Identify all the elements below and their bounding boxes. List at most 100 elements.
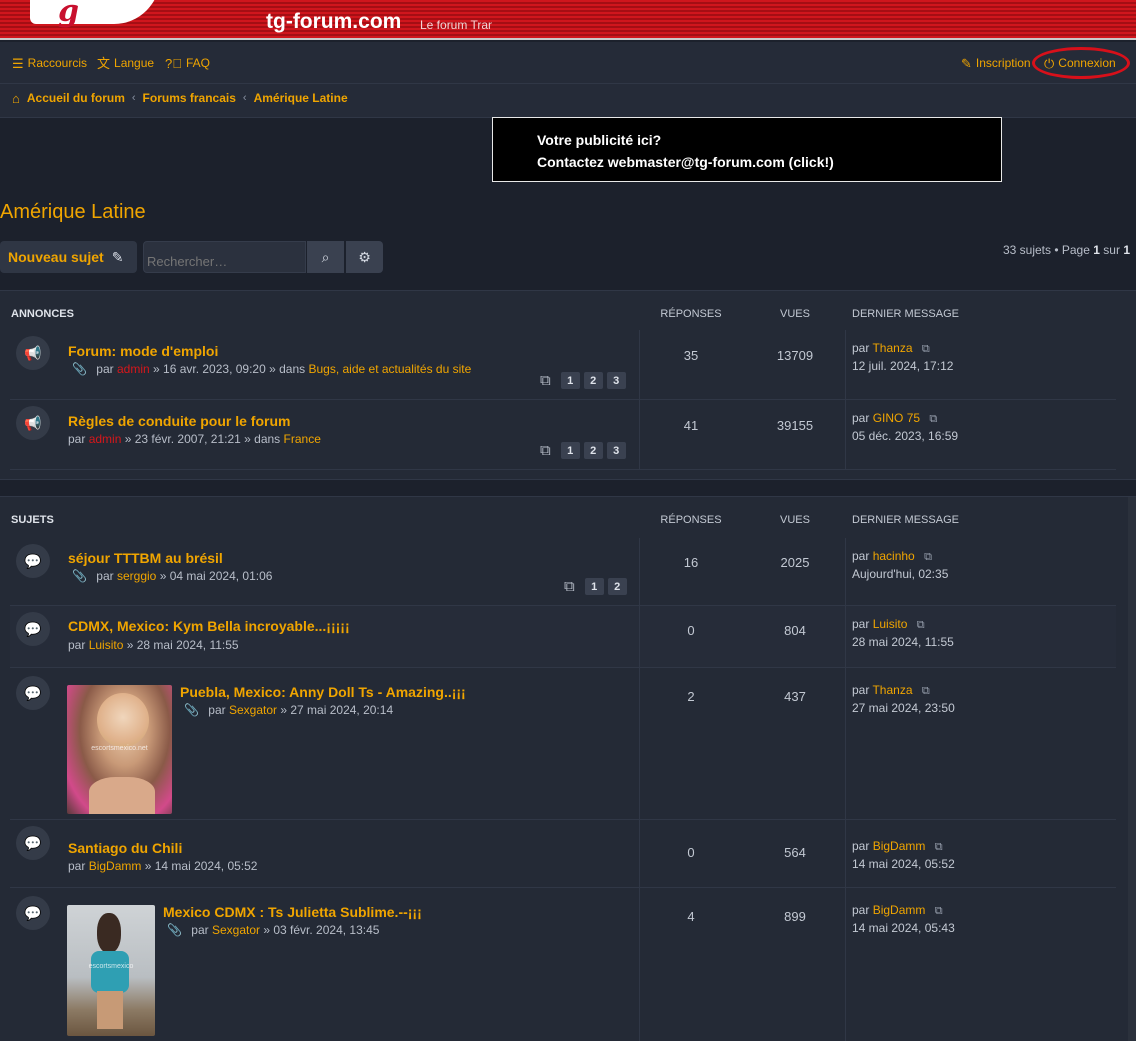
external-link-icon[interactable]: ⧉: [917, 619, 925, 631]
copy-icon: ⧉: [564, 578, 575, 595]
topic-author[interactable]: admin: [89, 432, 122, 446]
topic-author[interactable]: admin: [117, 362, 150, 376]
site-logo[interactable]: [30, 0, 160, 24]
announcement-row[interactable]: 📢 Règles de conduite pour le forum par a…: [10, 400, 1116, 470]
page-of-label: sur: [1103, 243, 1120, 257]
last-post-user[interactable]: Luisito: [873, 617, 908, 631]
topic-title[interactable]: Puebla, Mexico: Anny Doll Ts - Amazing..…: [180, 684, 466, 700]
edit-icon: ✎: [961, 55, 972, 71]
advanced-search-button[interactable]: ⚙: [346, 241, 383, 273]
topic-author[interactable]: BigDamm: [89, 859, 142, 873]
topic-row[interactable]: 💬 séjour TTTBM au brésil 📎 par serggio »…: [10, 538, 1116, 606]
last-post-user[interactable]: Thanza: [872, 683, 912, 697]
last-post-user[interactable]: BigDamm: [873, 839, 926, 853]
last-post-user[interactable]: hacinho: [873, 549, 915, 563]
last-post: par BigDamm ⧉ 14 mai 2024, 05:43: [852, 902, 955, 937]
thumbnail-dress: [91, 951, 129, 993]
external-link-icon[interactable]: ⧉: [935, 905, 943, 917]
breadcrumb-home[interactable]: Accueil du forum: [27, 91, 125, 105]
external-link-icon[interactable]: ⧉: [922, 343, 930, 355]
topic-author[interactable]: Sexgator: [229, 703, 277, 717]
topic-title[interactable]: Mexico CDMX : Ts Julietta Sublime.--¡¡¡: [163, 904, 422, 920]
topic-author[interactable]: Luisito: [89, 638, 124, 652]
last-post-by-label: par: [852, 341, 870, 355]
topic-row[interactable]: 💬 CDMX, Mexico: Kym Bella incroyable...¡…: [10, 606, 1116, 668]
topic-row[interactable]: 💬 escortsmexico.net Puebla, Mexico: Anny…: [10, 668, 1116, 820]
new-topic-button[interactable]: Nouveau sujet ✎: [0, 241, 137, 273]
last-post-user[interactable]: Thanza: [872, 341, 912, 355]
topic-forum-link[interactable]: France: [284, 432, 321, 446]
topic-author[interactable]: Sexgator: [212, 923, 260, 937]
topic-stats-cell: [640, 330, 846, 399]
last-post-by-label: par: [852, 683, 870, 697]
faq-link[interactable]: ?⃝ FAQ: [165, 56, 210, 70]
language-menu[interactable]: 文 Langue: [97, 56, 154, 70]
breadcrumb-separator: ‹: [242, 92, 247, 104]
paperclip-icon: 📎: [72, 569, 87, 583]
topic-row[interactable]: 💬 escortsmexico Mexico CDMX : Ts Juliett…: [10, 888, 1116, 1041]
page-link-1[interactable]: 1: [560, 372, 580, 389]
thumbnail-legs: [97, 991, 123, 1029]
views-column-header: VUES: [780, 308, 810, 320]
external-link-icon[interactable]: ⧉: [924, 551, 932, 563]
topic-stats-cell: [640, 538, 846, 605]
site-logo-mark: g: [58, 0, 79, 29]
new-topic-label: Nouveau sujet: [8, 249, 104, 265]
scrollbar-track[interactable]: [1128, 497, 1136, 1041]
external-link-icon[interactable]: ⧉: [935, 841, 943, 853]
register-link[interactable]: ✎ Inscription: [961, 56, 1031, 70]
topic-meta: 📎 par Sexgator » 03 févr. 2024, 13:45: [163, 923, 379, 937]
announcements-header: ANNONCES RÉPONSES VUES DERNIER MESSAGE: [0, 291, 1136, 333]
topic-row[interactable]: 💬 Santiago du Chili par BigDamm » 14 mai…: [10, 820, 1116, 888]
page-link-2[interactable]: 2: [583, 442, 603, 459]
pagination-info: 33 sujets • Page 1 sur 1: [1003, 243, 1130, 257]
last-post: par Luisito ⧉ 28 mai 2024, 11:55: [852, 616, 954, 651]
breadcrumb-forums-francais[interactable]: Forums francais: [143, 91, 236, 105]
last-post-date: 12 juil. 2024, 17:12: [852, 359, 954, 373]
page-link-3[interactable]: 3: [606, 442, 626, 459]
search-input[interactable]: [143, 241, 306, 273]
search-button[interactable]: ⌕: [307, 241, 344, 273]
topic-thumbnail-image[interactable]: escortsmexico.net: [67, 685, 172, 814]
topic-author[interactable]: serggio: [117, 569, 156, 583]
last-post-user[interactable]: GINO 75: [873, 411, 920, 425]
topic-date: » 16 avr. 2023, 09:20 » dans: [153, 362, 306, 376]
pencil-icon: ✎: [111, 248, 124, 265]
topic-title[interactable]: Forum: mode d'emploi: [68, 343, 218, 359]
site-title[interactable]: tg-forum.com: [266, 10, 401, 34]
topic-date: » 28 mai 2024, 11:55: [126, 638, 239, 652]
topic-title[interactable]: Règles de conduite pour le forum: [68, 413, 290, 429]
quick-links-menu[interactable]: ☰ Raccourcis: [12, 56, 87, 70]
register-label: Inscription: [975, 56, 1031, 70]
page-title[interactable]: Amérique Latine: [0, 201, 146, 224]
breadcrumb-amerique-latine[interactable]: Amérique Latine: [254, 91, 348, 105]
last-post-user[interactable]: BigDamm: [873, 903, 926, 917]
page-link-1[interactable]: 1: [560, 442, 580, 459]
topic-date: » 23 févr. 2007, 21:21 » dans: [124, 432, 281, 446]
announcement-row[interactable]: 📢 Forum: mode d'emploi 📎 par admin » 16 …: [10, 330, 1116, 400]
ad-banner[interactable]: Votre publicité ici? Contactez webmaster…: [492, 117, 1002, 182]
topic-forum-link[interactable]: Bugs, aide et actualités du site: [308, 362, 471, 376]
external-link-icon[interactable]: ⧉: [922, 685, 930, 697]
topic-meta: par BigDamm » 14 mai 2024, 05:52: [68, 859, 257, 873]
topic-thumbnail-image[interactable]: escortsmexico: [67, 905, 155, 1036]
last-post-by-label: par: [852, 839, 870, 853]
last-post-column-header: DERNIER MESSAGE: [852, 514, 959, 526]
last-post-date: 05 déc. 2023, 16:59: [852, 429, 959, 443]
ad-line-1: Votre publicité ici?: [537, 132, 662, 148]
last-post-date: 27 mai 2024, 23:50: [852, 701, 955, 715]
page-link-2[interactable]: 2: [607, 578, 627, 595]
topic-title[interactable]: séjour TTTBM au brésil: [68, 550, 223, 566]
page-link-2[interactable]: 2: [583, 372, 603, 389]
last-post-by-label: par: [852, 617, 870, 631]
topic-title[interactable]: Santiago du Chili: [68, 840, 182, 856]
topic-title[interactable]: CDMX, Mexico: Kym Bella incroyable...¡¡¡…: [68, 618, 350, 634]
language-icon: 文: [97, 55, 111, 71]
page-link-3[interactable]: 3: [606, 372, 626, 389]
views-count: 899: [784, 909, 806, 924]
ad-line-2: Contactez webmaster@tg-forum.com (click!…: [537, 154, 834, 170]
page-link-1[interactable]: 1: [584, 578, 604, 595]
views-column-header: VUES: [780, 514, 810, 526]
external-link-icon[interactable]: ⧉: [929, 413, 937, 425]
gear-icon: ⚙: [358, 248, 371, 265]
